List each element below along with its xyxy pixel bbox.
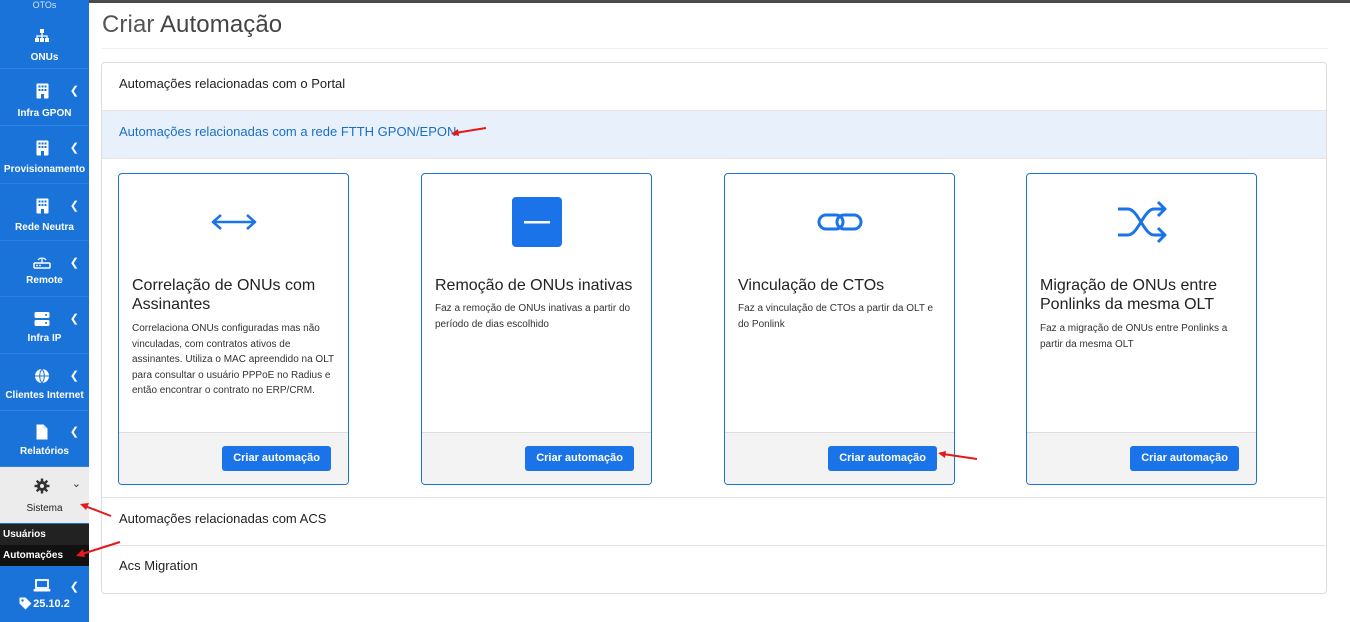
sidebar-item-onus[interactable]: ONUs [0,13,89,69]
gear-icon [34,478,50,494]
card-footer: Criar automação [725,432,954,484]
sidebar-item-sistema[interactable]: ⌄ Sistema [0,467,89,523]
sidebar-item-rede-neutra[interactable]: ❮ Rede Neutra [0,185,89,241]
building-icon [33,82,51,100]
card-footer: Criar automação [119,432,348,484]
sitemap-icon [33,27,51,45]
card-footer: Criar automação [422,432,651,484]
file-icon [33,423,51,441]
chevron-left-icon: ❮ [69,581,79,593]
sidebar-item-remote[interactable]: ❮ Remote [0,242,89,297]
laptop-icon [33,577,51,595]
page-title: Criar Automação [102,11,283,38]
building-icon [33,197,51,215]
automation-card-remocao: Remoção de ONUs inativas Faz a remoção d… [421,173,652,485]
sidebar-item-version[interactable]: ❮ 25.10.2 [0,567,89,622]
create-automation-button[interactable]: Criar automação [222,446,331,471]
annotation-arrow [451,127,487,136]
automation-card-correlacao: Correlação de ONUs com Assinantes Correl… [118,173,349,485]
automation-card-vinculacao: Vinculação de CTOs Faz a vinculação de C… [724,173,955,485]
chevron-down-icon: ⌄ [71,478,81,490]
card-description: Correlaciona ONUs configuradas mas não v… [132,323,334,396]
card-title: Migração de ONUs entre Ponlinks da mesma… [1040,277,1217,313]
card-description: Faz a vinculação de CTOs a partir da OLT… [738,303,934,330]
router-icon [33,254,51,272]
card-title: Remoção de ONUs inativas [435,277,633,294]
annotation-arrow [80,503,112,517]
arrows-horizontal-icon [119,196,348,248]
create-automation-button[interactable]: Criar automação [525,446,634,471]
sidebar-item-relatorios[interactable]: ❮ Relatórios [0,412,89,467]
link-icon [725,196,954,248]
chevron-left-icon: ❮ [69,370,79,382]
sidebar-item-otos-partial[interactable]: OTOs [0,0,89,12]
create-automation-button[interactable]: Criar automação [828,446,937,471]
server-icon [33,310,51,328]
chevron-left-icon: ❮ [69,142,79,154]
create-automation-button[interactable]: Criar automação [1130,446,1239,471]
card-title: Vinculação de CTOs [738,277,885,294]
title-divider [102,48,1328,49]
accordion-header-acs-migration[interactable]: Acs Migration [102,546,1326,593]
sidebar-item-provisionamento[interactable]: ❮ Provisionamento [0,127,89,184]
card-footer: Criar automação [1027,432,1256,484]
minus-square-icon [422,196,651,248]
chevron-left-icon: ❮ [69,85,79,97]
sidebar-item-clientes-internet[interactable]: ❮ Clientes Internet [0,355,89,411]
sidebar: OTOs ONUs ❮ Infra GPON ❮ Provisionamento… [0,0,89,622]
sidebar-item-infra-ip[interactable]: ❮ Infra IP [0,298,89,354]
automation-accordion: Automações relacionadas com o Portal Aut… [101,62,1327,594]
globe-icon [33,367,51,385]
card-title: Correlação de ONUs com Assinantes [132,277,316,313]
chevron-left-icon: ❮ [69,200,79,212]
card-description: Faz a remoção de ONUs inativas a partir … [435,303,631,330]
chevron-left-icon: ❮ [69,257,79,269]
card-description: Faz a migração de ONUs entre Ponlinks a … [1040,323,1228,350]
annotation-arrow [938,451,978,460]
accordion-header-portal[interactable]: Automações relacionadas com o Portal [102,63,1326,111]
accordion-header-ftth[interactable]: Automações relacionadas com a rede FTTH … [102,111,1326,159]
chevron-left-icon: ❮ [69,313,79,325]
sidebar-item-infra-gpon[interactable]: ❮ Infra GPON [0,70,89,126]
building-icon [33,139,51,157]
annotation-arrow [76,541,121,557]
top-bar [0,0,1350,3]
accordion-header-acs[interactable]: Automações relacionadas com ACS [102,497,1326,546]
chevron-left-icon: ❮ [69,426,79,438]
version-label: 25.10.2 [33,598,70,610]
shuffle-icon [1027,196,1256,248]
automation-card-migracao: Migração de ONUs entre Ponlinks da mesma… [1026,173,1257,485]
